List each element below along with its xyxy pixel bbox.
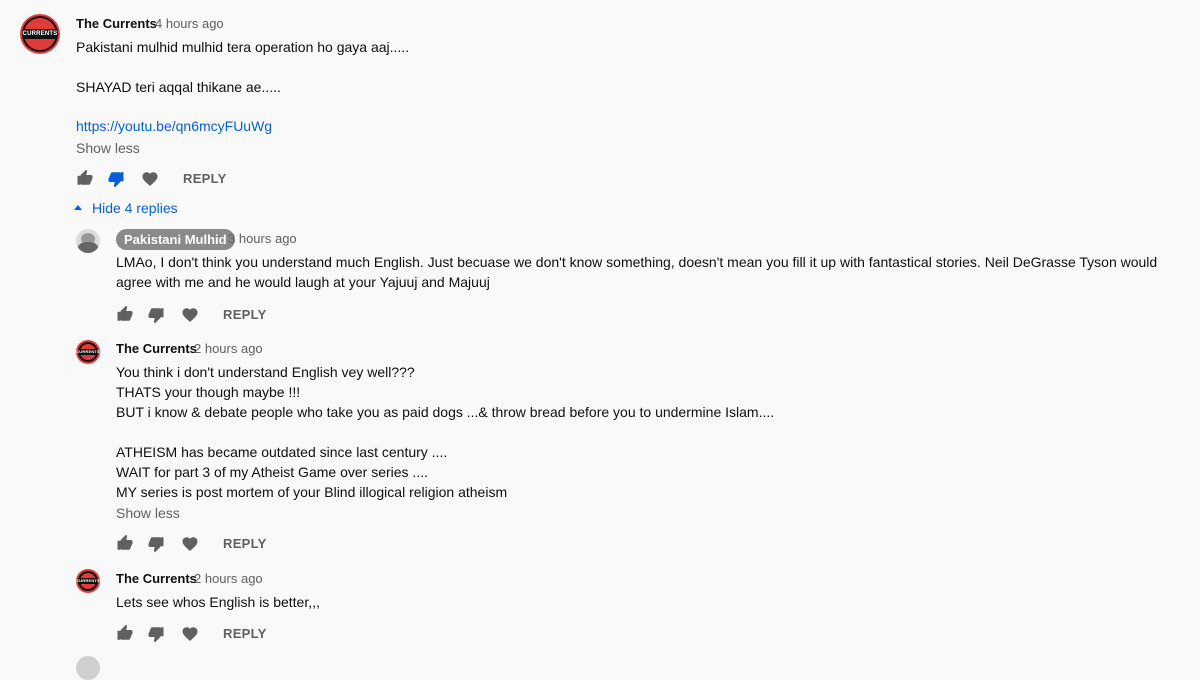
comment-link[interactable]: https://youtu.be/qn6mcyFUuWg <box>76 118 272 134</box>
comment-author[interactable]: The Currents <box>76 16 157 31</box>
reply-text-line: Lets see whos English is better,,, <box>116 594 320 610</box>
reply-text-line: BUT i know & debate people who take you … <box>116 404 775 420</box>
hide-replies-toggle[interactable]: Hide 4 replies <box>74 200 178 216</box>
heart-icon[interactable] <box>141 170 159 188</box>
reply-timestamp[interactable]: 3 hours ago <box>228 231 297 246</box>
reply-author-chip[interactable]: Pakistani Mulhid <box>116 229 235 250</box>
comment-timestamp[interactable]: 4 hours ago <box>155 16 224 31</box>
caret-up-icon <box>74 204 82 210</box>
like-icon[interactable] <box>116 624 134 642</box>
avatar-body <box>78 242 98 253</box>
show-less-button[interactable]: Show less <box>116 505 180 521</box>
reply-button[interactable]: REPLY <box>183 171 227 186</box>
dislike-icon[interactable] <box>147 535 165 553</box>
heart-icon[interactable] <box>181 306 199 324</box>
avatar-logo-text: CURRENTS <box>76 578 100 584</box>
reply-text-line: LMAo, I don't think you understand much … <box>116 254 1158 270</box>
reply-author[interactable]: The Currents <box>116 571 197 586</box>
reply-timestamp[interactable]: 2 hours ago <box>194 571 263 586</box>
reply-text-line: THATS your though maybe !!! <box>116 384 301 400</box>
reply-button[interactable]: REPLY <box>223 307 267 322</box>
like-icon[interactable] <box>116 534 134 552</box>
reply-text-line: You think i don't understand English vey… <box>116 364 415 380</box>
reply-text-line: ATHEISM has became outdated since last c… <box>116 444 448 460</box>
reply-text-line: MY series is post mortem of your Blind i… <box>116 484 508 500</box>
dislike-icon[interactable] <box>147 625 165 643</box>
like-icon[interactable] <box>76 169 94 187</box>
like-icon[interactable] <box>116 305 134 323</box>
avatar[interactable] <box>76 656 100 680</box>
reply-author[interactable]: The Currents <box>116 341 197 356</box>
reply-text-line: agree with me and he would laugh at your… <box>116 274 490 290</box>
heart-icon[interactable] <box>181 535 199 553</box>
avatar[interactable]: CURRENTS <box>76 569 100 593</box>
avatar-logo-text: CURRENTS <box>76 349 100 355</box>
show-less-button[interactable]: Show less <box>76 140 140 156</box>
comment-text-line: Pakistani mulhid mulhid tera operation h… <box>76 39 410 55</box>
heart-icon[interactable] <box>181 625 199 643</box>
reply-button[interactable]: REPLY <box>223 536 267 551</box>
reply-timestamp[interactable]: 2 hours ago <box>194 341 263 356</box>
comment-text-line: SHAYAD teri aqqal thikane ae..... <box>76 79 281 95</box>
reply-text-line: WAIT for part 3 of my Atheist Game over … <box>116 464 428 480</box>
avatar[interactable]: CURRENTS <box>20 14 60 54</box>
avatar[interactable]: CURRENTS <box>76 340 100 364</box>
dislike-icon[interactable] <box>107 170 125 188</box>
hide-replies-label: Hide 4 replies <box>92 200 178 216</box>
reply-button[interactable]: REPLY <box>223 626 267 641</box>
avatar-logo-text: CURRENTS <box>22 29 58 39</box>
avatar[interactable] <box>76 229 100 253</box>
dislike-icon[interactable] <box>147 306 165 324</box>
